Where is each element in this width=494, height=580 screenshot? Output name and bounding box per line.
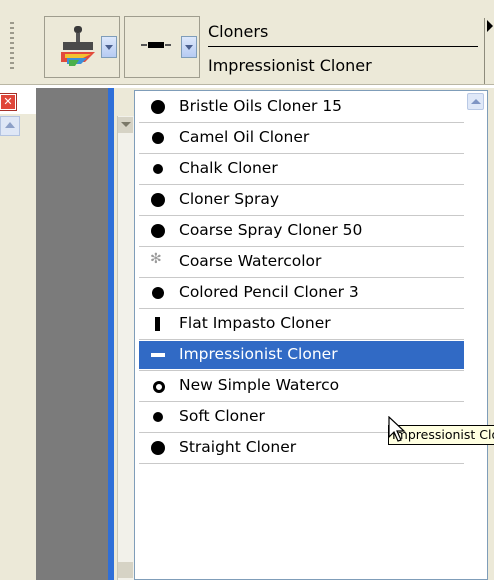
left-panel	[0, 114, 36, 580]
list-divider	[139, 153, 464, 154]
list-item-label: Flat Impasto Cloner	[179, 314, 331, 332]
list-scroll-up-button[interactable]	[467, 93, 484, 110]
flat-bar-dab-icon	[151, 317, 165, 331]
list-item-label: Cloner Spray	[179, 190, 279, 208]
list-divider	[139, 122, 464, 123]
document-scroll-down-button[interactable]	[118, 562, 133, 578]
round-dab-large-icon	[151, 441, 165, 455]
list-item-label: New Simple Waterco	[179, 376, 340, 394]
brush-variant-label[interactable]: Impressionist Cloner	[208, 56, 372, 75]
brush-variant-dropdown-list: Bristle Oils Cloner 15 Camel Oil Cloner …	[134, 90, 488, 580]
list-item[interactable]: Camel Oil Cloner	[139, 124, 464, 152]
brush-category-label[interactable]: Cloners	[208, 22, 478, 41]
list-divider	[139, 308, 464, 309]
round-dab-medium-icon	[151, 286, 165, 300]
cloner-stamp-icon	[61, 26, 95, 66]
list-item-label: Coarse Watercolor	[179, 252, 322, 270]
list-item-label: Coarse Spray Cloner 50	[179, 221, 363, 239]
left-scroll-up-button[interactable]	[0, 116, 20, 136]
brush-variant-button[interactable]	[124, 16, 200, 78]
category-dropdown-arrow[interactable]	[101, 36, 117, 58]
list-item-label: Camel Oil Cloner	[179, 128, 310, 146]
list-item-label: Bristle Oils Cloner 15	[179, 97, 343, 115]
round-dab-large-icon	[151, 193, 165, 207]
document-scrollbar[interactable]	[117, 116, 135, 580]
ring-dab-icon	[151, 379, 165, 393]
list-item[interactable]: Bristle Oils Cloner 15	[139, 93, 464, 121]
list-divider	[139, 215, 464, 216]
round-dab-small-icon	[151, 410, 165, 424]
document-scroll-up-button[interactable]	[118, 117, 133, 133]
list-divider	[139, 339, 464, 340]
canvas-area	[36, 88, 108, 580]
list-item[interactable]: Flat Impasto Cloner	[139, 310, 464, 338]
list-divider	[139, 184, 464, 185]
list-item-label: Impressionist Cloner	[179, 345, 338, 363]
list-divider	[139, 277, 464, 278]
variant-dropdown-arrow[interactable]	[181, 36, 197, 58]
toolbar-edge	[484, 18, 485, 84]
list-divider	[139, 246, 464, 247]
list-scrollbar[interactable]	[467, 95, 484, 579]
mouse-cursor-icon	[388, 416, 406, 442]
list-divider	[139, 463, 464, 464]
brush-category-button[interactable]	[44, 16, 120, 78]
round-dab-large-icon	[151, 224, 165, 238]
round-dab-large-icon	[151, 100, 165, 114]
brush-toolbar: Cloners Impressionist Cloner	[0, 0, 494, 85]
category-divider	[208, 46, 478, 47]
list-item[interactable]: Chalk Cloner	[139, 155, 464, 183]
list-item-label: Soft Cloner	[179, 407, 265, 425]
list-item-label: Chalk Cloner	[179, 159, 278, 177]
list-item-label: Straight Cloner	[179, 438, 297, 456]
list-item-selected[interactable]: Impressionist Cloner	[139, 341, 464, 369]
list-divider	[139, 401, 464, 402]
round-dab-medium-icon	[151, 131, 165, 145]
list-divider	[139, 370, 464, 371]
dash-dab-icon	[151, 348, 165, 362]
toolbar-grip[interactable]	[10, 22, 14, 70]
speckle-dab-icon: ✻	[150, 251, 162, 267]
list-item[interactable]: Colored Pencil Cloner 3	[139, 279, 464, 307]
toolbar-overflow-arrow-icon[interactable]	[487, 20, 493, 32]
list-item[interactable]: New Simple Waterco	[139, 372, 464, 400]
brush-dab-icon	[141, 42, 171, 48]
list-item-label: Colored Pencil Cloner 3	[179, 283, 359, 301]
close-icon[interactable]: ✕	[0, 93, 17, 111]
list-item[interactable]: Cloner Spray	[139, 186, 464, 214]
round-dab-small-icon	[151, 162, 165, 176]
list-item[interactable]: ✻ Coarse Watercolor	[139, 248, 464, 276]
list-item[interactable]: Coarse Spray Cloner 50	[139, 217, 464, 245]
